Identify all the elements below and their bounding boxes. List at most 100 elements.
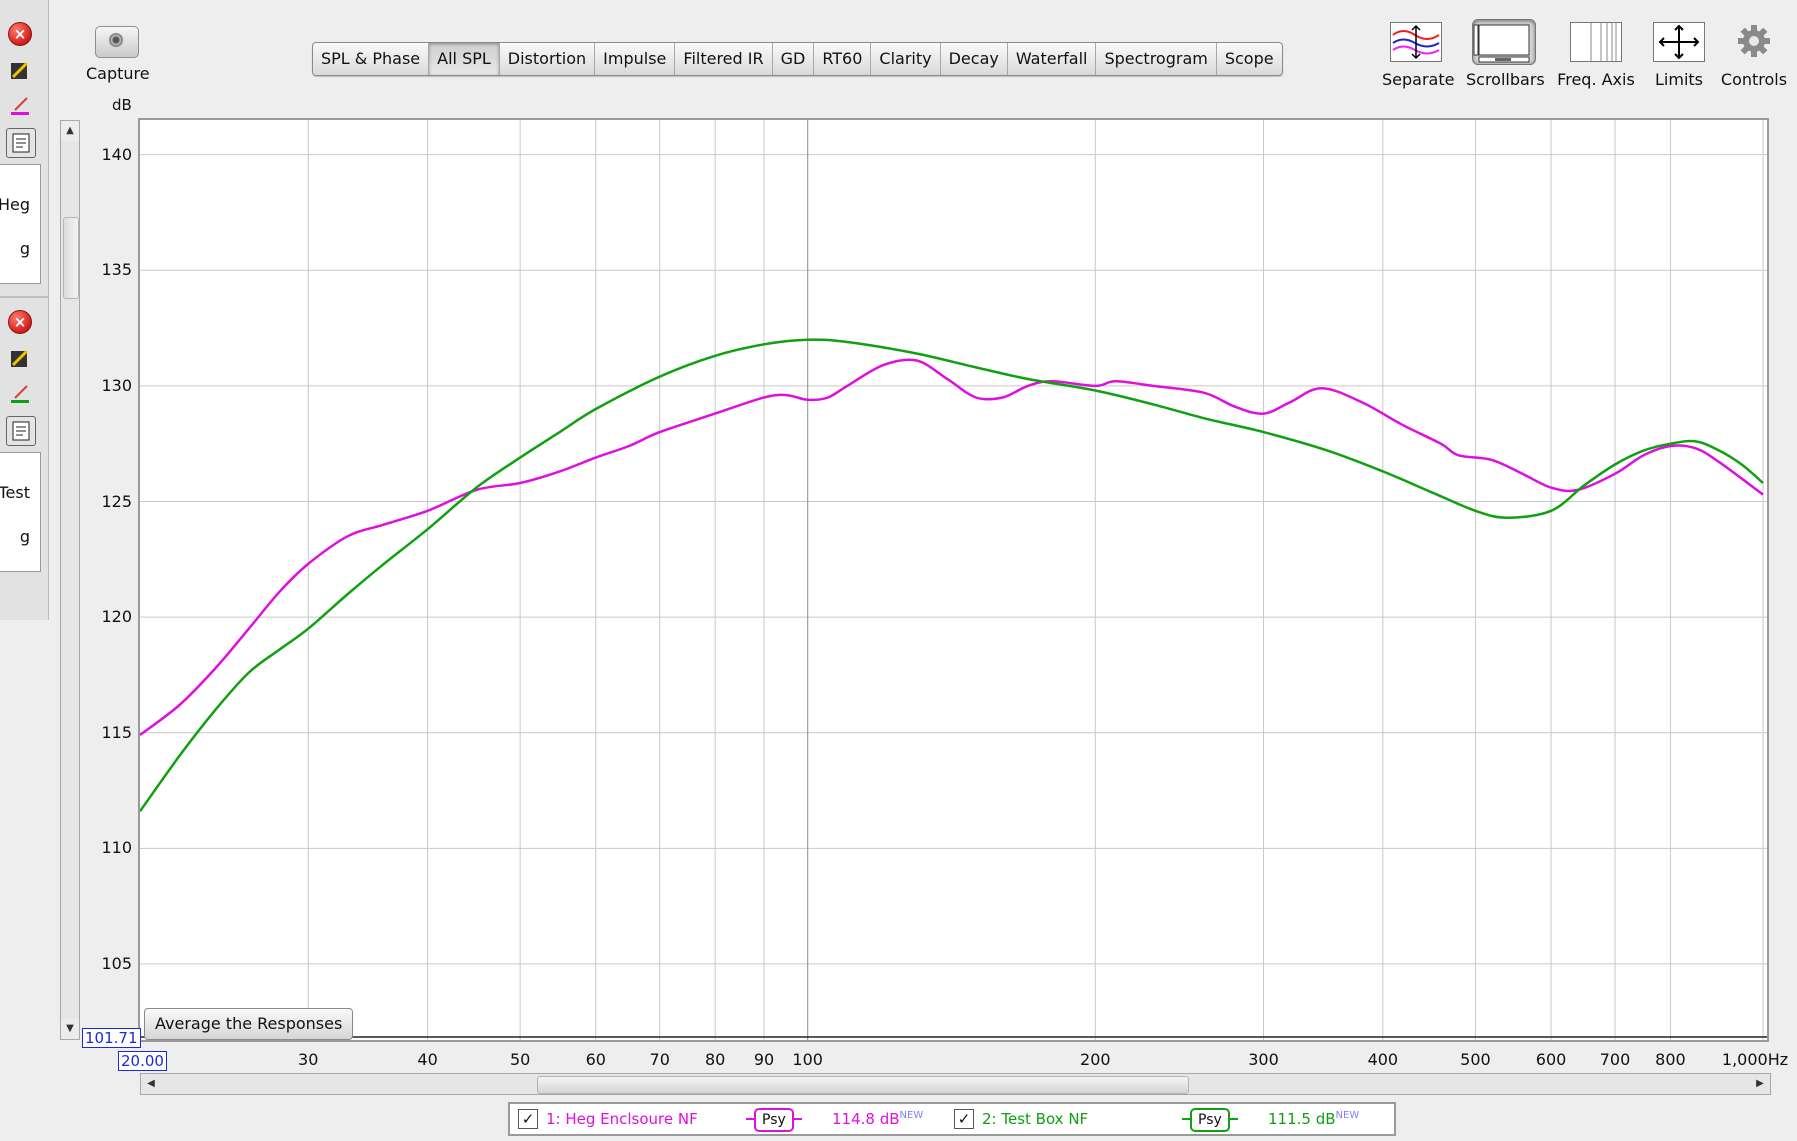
x-tick-label: 30 <box>298 1050 319 1069</box>
x-tick-label: 600 <box>1535 1050 1567 1069</box>
y-tick-label: 110 <box>101 838 132 858</box>
y-tick-label: 130 <box>101 375 132 395</box>
y-min-value[interactable]: 101.71 <box>82 1028 141 1048</box>
tab-scope[interactable]: Scope <box>1217 43 1282 75</box>
notes-2-button[interactable] <box>6 416 36 446</box>
x-tick-label: 200 <box>1080 1050 1111 1069</box>
edit-icon <box>11 61 29 79</box>
pen-color-icon <box>11 97 29 115</box>
color-2-button[interactable] <box>7 380 33 406</box>
series-1-smoothing[interactable]: Psy <box>754 1108 794 1132</box>
scroll-right-icon[interactable]: ▶ <box>1750 1074 1770 1094</box>
tab-gd[interactable]: GD <box>773 43 815 75</box>
x-tick-label: 500 <box>1460 1050 1491 1069</box>
tab-spl-phase[interactable]: SPL & Phase <box>313 43 430 75</box>
scrollbars-label: Scrollbars <box>1466 70 1545 89</box>
x-tick-label: 70 <box>649 1050 670 1069</box>
edit-info-2-button[interactable] <box>7 345 33 371</box>
series-2-level: 111.5 dBNEW <box>1268 1110 1359 1128</box>
limits-button[interactable]: Limits <box>1646 22 1712 89</box>
close-measurement-2-button[interactable]: × <box>7 309 33 335</box>
x-tick-label: 800 <box>1655 1050 1686 1069</box>
tab-clarity[interactable]: Clarity <box>871 43 941 75</box>
measurement-2-name[interactable]: Test g <box>0 452 41 572</box>
measurement-1-name[interactable]: Heg g <box>0 164 41 284</box>
separate-button[interactable]: Separate <box>1382 22 1455 89</box>
close-measurement-1-button[interactable]: × <box>7 21 33 47</box>
tab-rt60[interactable]: RT60 <box>814 43 872 75</box>
horizontal-scrollbar[interactable]: ◀ ▶ <box>140 1073 1771 1095</box>
camera-icon <box>95 26 139 58</box>
x-tick-label: 100 <box>792 1050 823 1069</box>
series-1-value: 114.8 dB <box>832 1110 900 1128</box>
x-tick-label: 1,000Hz <box>1721 1050 1789 1069</box>
tab-waterfall[interactable]: Waterfall <box>1008 43 1097 75</box>
measurement-2-label: Test <box>0 483 30 502</box>
y-tick-label: 120 <box>101 607 132 627</box>
scroll-up-icon[interactable]: ▲ <box>61 121 79 141</box>
series-2-label: 2: Test Box NF <box>982 1110 1089 1128</box>
tab-spectrogram[interactable]: Spectrogram <box>1096 43 1217 75</box>
series-2-line <box>140 338 1764 813</box>
capture-label: Capture <box>86 64 150 83</box>
vertical-scroll-thumb[interactable] <box>63 217 79 299</box>
close-icon: × <box>8 22 32 46</box>
scrollbars-icon <box>1472 19 1536 65</box>
series-1-checkbox[interactable]: ✓ <box>518 1109 538 1129</box>
color-1-button[interactable] <box>7 92 33 118</box>
series-1-level: 114.8 dBNEW <box>832 1110 923 1128</box>
capture-button[interactable]: Capture <box>86 26 150 83</box>
tab-filtered-ir[interactable]: Filtered IR <box>675 43 773 75</box>
tab-decay[interactable]: Decay <box>941 43 1008 75</box>
y-axis-unit: dB <box>112 96 132 114</box>
gear-icon <box>1728 22 1780 62</box>
series-2-checkbox[interactable]: ✓ <box>954 1109 974 1129</box>
x-tick-label: 300 <box>1248 1050 1279 1069</box>
y-tick-label: 135 <box>101 260 132 280</box>
pen-color-icon <box>11 385 29 403</box>
measurement-2-sub: g <box>19 527 30 546</box>
x-tick-label: 90 <box>753 1050 775 1069</box>
x-tick-label: 50 <box>509 1050 531 1069</box>
series-1-tag: NEW <box>899 1110 924 1121</box>
tab-all-spl[interactable]: All SPL <box>429 43 500 75</box>
x-tick-label: 80 <box>704 1050 726 1069</box>
notes-icon <box>12 421 30 441</box>
scrollbars-button[interactable]: Scrollbars <box>1466 19 1545 89</box>
y-tick-label: 115 <box>101 722 132 742</box>
controls-button[interactable]: Controls <box>1718 22 1790 89</box>
freq-axis-icon <box>1570 22 1622 62</box>
y-tick-label: 125 <box>101 491 132 511</box>
spl-chart[interactable] <box>140 120 1767 1040</box>
x-min-value[interactable]: 20.00 <box>118 1051 167 1071</box>
limits-icon <box>1653 22 1705 62</box>
x-tick-label: 400 <box>1367 1050 1399 1069</box>
scroll-down-icon[interactable]: ▼ <box>61 1019 79 1039</box>
tab-impulse[interactable]: Impulse <box>595 43 676 75</box>
freq-axis-label: Freq. Axis <box>1557 70 1635 89</box>
notes-1-button[interactable] <box>6 128 36 158</box>
edit-info-1-button[interactable] <box>7 57 33 83</box>
divider <box>0 296 48 298</box>
limits-label: Limits <box>1655 70 1703 89</box>
horizontal-scroll-thumb[interactable] <box>537 1076 1189 1094</box>
freq-axis-button[interactable]: Freq. Axis <box>1556 22 1636 89</box>
measurement-1-sub: g <box>19 239 30 258</box>
series-2-tag: NEW <box>1335 1110 1360 1121</box>
series-1-line <box>140 358 1764 736</box>
close-icon: × <box>8 310 32 334</box>
measurement-panel: × Heg g × Test g <box>0 0 49 620</box>
series-2-smoothing[interactable]: Psy <box>1190 1108 1230 1132</box>
scroll-left-icon[interactable]: ◀ <box>141 1074 161 1094</box>
x-tick-label: 60 <box>585 1050 606 1069</box>
tab-distortion[interactable]: Distortion <box>500 43 596 75</box>
separate-label: Separate <box>1382 70 1455 89</box>
x-tick-label: 700 <box>1599 1050 1631 1069</box>
vertical-scrollbar[interactable]: ▲ ▼ <box>60 120 80 1040</box>
average-responses-button[interactable]: Average the Responses <box>144 1008 354 1040</box>
y-tick-label: 105 <box>101 953 132 973</box>
measurement-1-label: Heg <box>0 195 30 214</box>
notes-icon <box>12 133 30 153</box>
y-tick-label: 140 <box>101 144 132 164</box>
x-tick-label: 40 <box>417 1050 438 1069</box>
